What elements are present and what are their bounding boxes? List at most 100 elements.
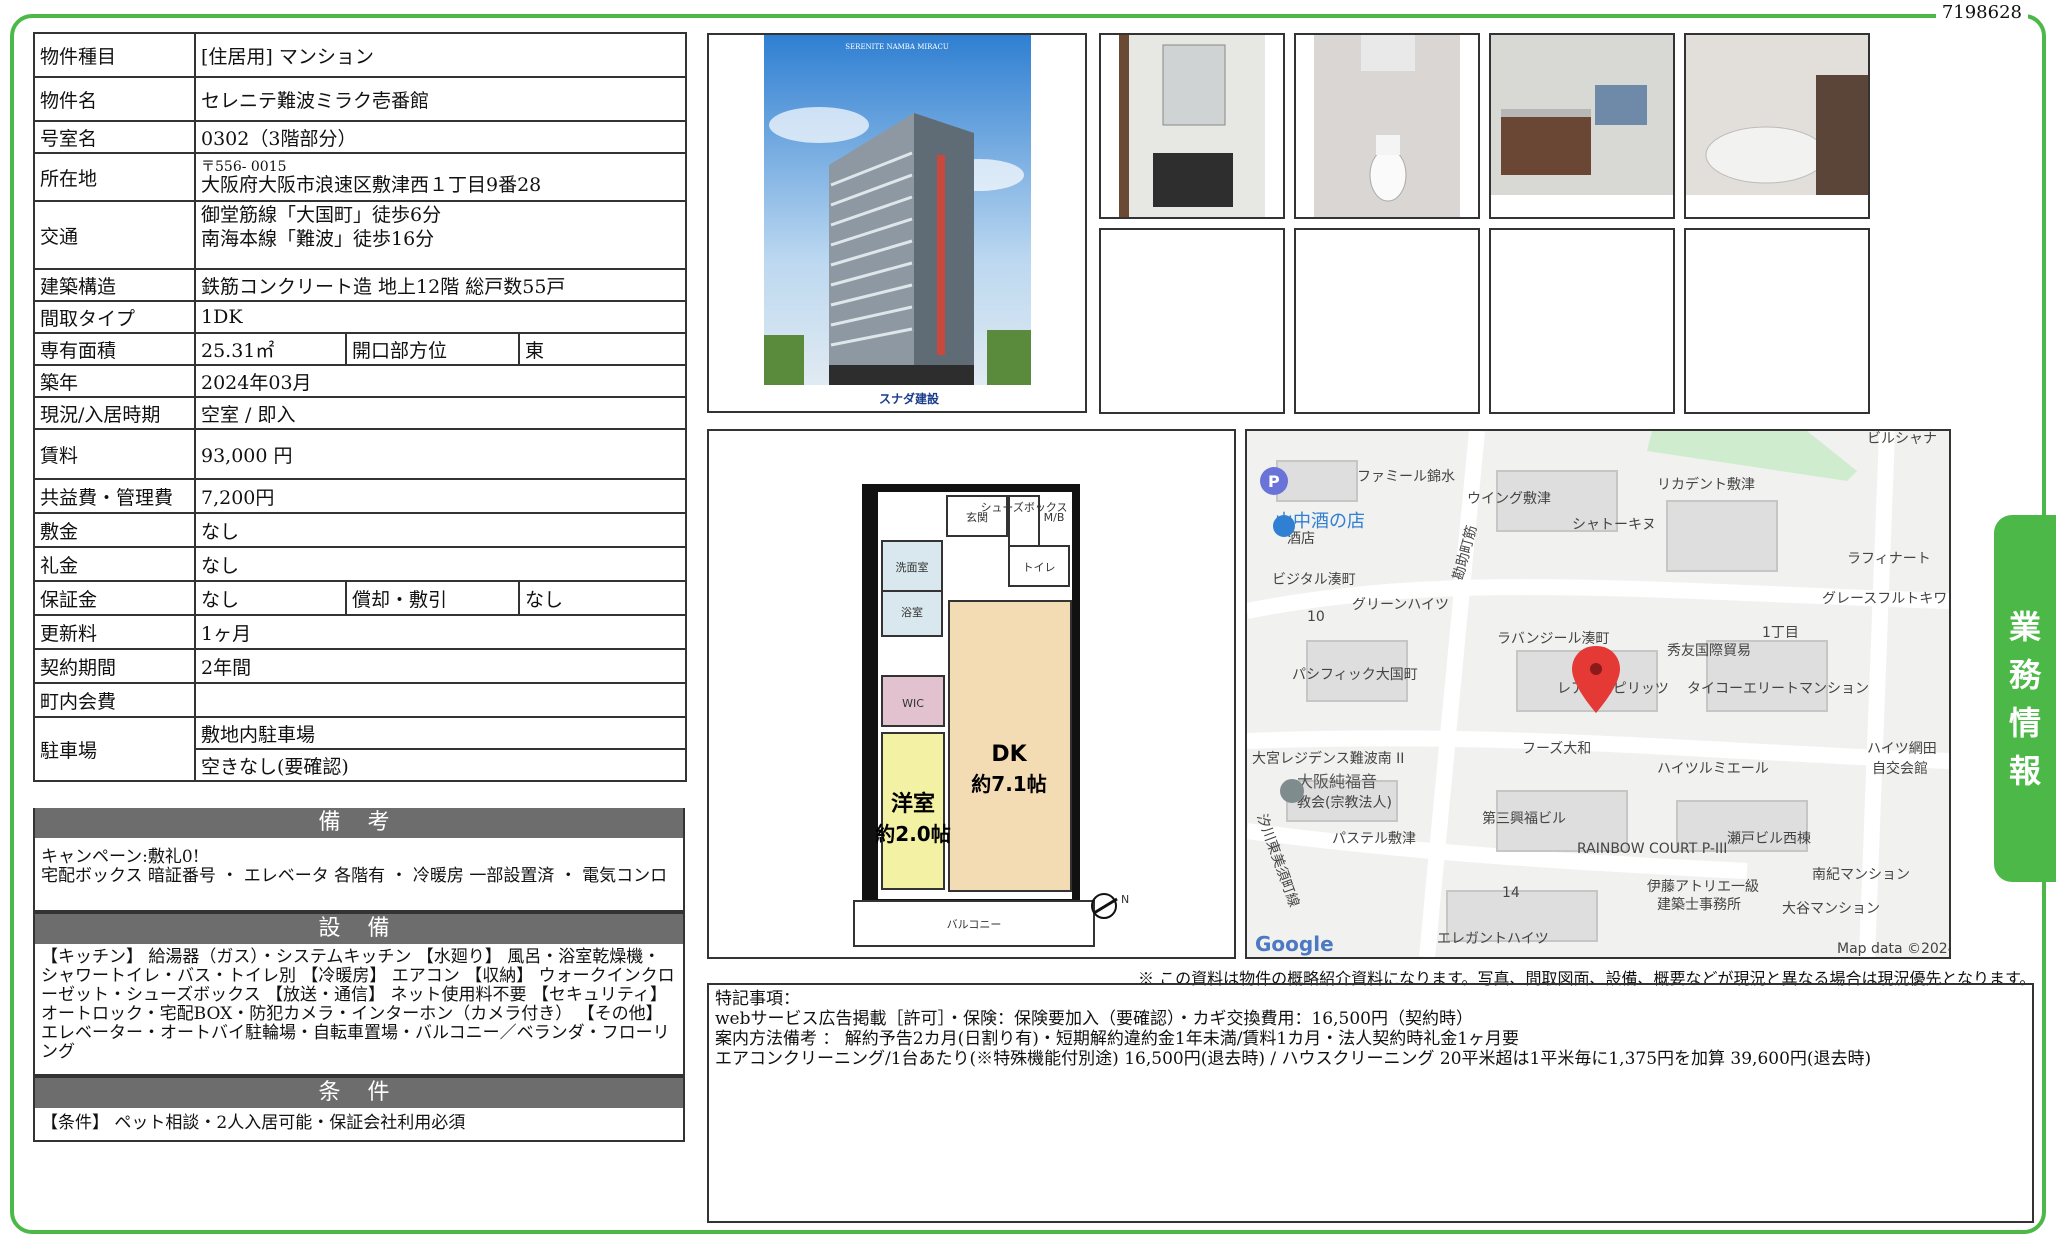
map-label: RAINBOW COURT P-III bbox=[1577, 841, 1727, 857]
conditions-title: 条 件 bbox=[35, 1078, 683, 1108]
guarantee-value: なし bbox=[194, 580, 347, 616]
map-label: 1丁目 bbox=[1762, 625, 1799, 641]
fp-balcony: バルコニー bbox=[947, 918, 1002, 931]
fp-washroom: 洗面室 bbox=[896, 560, 929, 574]
guarantee-label: 保証金 bbox=[33, 580, 196, 616]
map-label: ハイツ網田 bbox=[1867, 741, 1937, 757]
parking-value: 敷地内駐車場 bbox=[194, 716, 687, 750]
map-label: 大宮レジデンス難波南 II bbox=[1252, 750, 1404, 767]
north-arrow-icon bbox=[1091, 893, 1118, 919]
equipment-text: 【キッチン】 給湯器（ガス）・システムキッチン 【水廻り】 風呂・浴室乾燥機・シ… bbox=[41, 947, 675, 1062]
map-label: フーズ大和 bbox=[1522, 741, 1591, 757]
map-label: ハイツルミエール bbox=[1657, 761, 1769, 777]
built-value: 2024年03月 bbox=[194, 364, 687, 398]
map-label: パシフィック大国町 bbox=[1292, 667, 1418, 683]
map-label: ウイング敷津 bbox=[1467, 491, 1551, 507]
map-label: 伊藤アトリエ一級 bbox=[1647, 879, 1759, 895]
map-label: グレースフルトキワ bbox=[1822, 591, 1947, 607]
address-value: 大阪府大阪市浪速区敷津西１丁目9番28 bbox=[201, 174, 542, 196]
fp-bath: 浴室 bbox=[901, 605, 923, 619]
conditions-text: 【条件】 ペット相談・2人入居可能・保証会社利用必須 bbox=[41, 1113, 466, 1133]
building-sign: SERENITE NAMBA MIRACU bbox=[845, 43, 949, 51]
fp-dk-size: 約7.1帖 bbox=[971, 772, 1046, 796]
empty-photo-slot bbox=[1099, 228, 1285, 414]
remarks-line: webサービス広告掲載［許可］・保険：保険要加入（要確認）・カギ交換費用：16,… bbox=[715, 1009, 1473, 1029]
rent-value: 93,000 円 bbox=[194, 428, 687, 480]
area-value: 25.31㎡ bbox=[194, 332, 347, 366]
location-map[interactable]: ファミール錦水 山中酒の店 酒店 ウイング敷津 リカデント敷津 ビルシャナ シャ… bbox=[1245, 429, 1951, 959]
fp-western-size: 約2.0帖 bbox=[875, 822, 950, 846]
map-label: Google bbox=[1255, 932, 1334, 956]
contract-label: 契約期間 bbox=[33, 648, 196, 684]
fee-value: 7,200円 bbox=[194, 478, 687, 514]
map-label: リカデント敷津 bbox=[1657, 476, 1755, 493]
name-value: セレニテ難波ミラク壱番館 bbox=[194, 76, 687, 122]
remarks-title: 特記事項： bbox=[715, 989, 800, 1009]
side-tab-char: 情 bbox=[2008, 703, 2041, 742]
equipment-title: 設 備 bbox=[35, 914, 683, 944]
fp-north: N bbox=[1121, 893, 1129, 906]
fp-mb: M/B bbox=[1044, 511, 1065, 524]
document-id: 7198628 bbox=[1935, 2, 2028, 23]
notes-title: 備 考 bbox=[35, 808, 683, 838]
map-label: ビジタル湊町 bbox=[1272, 571, 1356, 588]
map-label: Map data ©2024 bbox=[1837, 941, 1949, 957]
floor-plan: 玄関 シューズボックス M/B 洗面室 トイレ 浴室 WIC DK 約7.1帖 … bbox=[707, 429, 1236, 959]
built-label: 築年 bbox=[33, 364, 196, 398]
map-label: 南紀マンション bbox=[1812, 867, 1910, 883]
map-label: 自交会館 bbox=[1872, 760, 1928, 777]
amortization-value: なし bbox=[518, 580, 687, 616]
direction-value: 東 bbox=[518, 332, 687, 366]
key-money-label: 礼金 bbox=[33, 546, 196, 582]
side-tab-char: 業 bbox=[2008, 607, 2041, 646]
builder-logo: スナダ建設 bbox=[879, 391, 940, 406]
deposit-value: なし bbox=[194, 512, 687, 548]
washroom-photo bbox=[1099, 33, 1285, 219]
map-label: 瀬戸ビル西棟 bbox=[1727, 831, 1811, 847]
map-label: ラバンジール湊町 bbox=[1497, 630, 1610, 647]
name-label: 物件名 bbox=[33, 76, 196, 122]
key-money-value: なし bbox=[194, 546, 687, 582]
business-info-tab[interactable]: 業 務 情 報 bbox=[1994, 515, 2056, 882]
map-label: ファミール錦水 bbox=[1357, 468, 1455, 485]
town-fee-value bbox=[194, 682, 687, 718]
deposit-label: 敷金 bbox=[33, 512, 196, 548]
building-photo-frame: SERENITE NAMBA MIRACU スナダ建設 bbox=[707, 33, 1087, 413]
map-label: 大阪純福音 bbox=[1297, 772, 1377, 791]
fp-western: 洋室 bbox=[891, 791, 935, 817]
town-fee-label: 町内会費 bbox=[33, 682, 196, 718]
map-label: タイコーエリートマンション bbox=[1687, 681, 1869, 697]
parking-label: 駐車場 bbox=[33, 716, 196, 782]
map-label: エレガントハイツ bbox=[1437, 931, 1549, 947]
notes-panel: 備 考 キャンペーン:敷礼0! 宅配ボックス 暗証番号 ・ エレベータ 各階有 … bbox=[33, 808, 685, 912]
parking-icon: P bbox=[1260, 467, 1288, 495]
status-label: 現況/入居時期 bbox=[33, 396, 196, 430]
empty-photo-slot bbox=[1684, 228, 1870, 414]
side-tab-char: 務 bbox=[2008, 655, 2041, 694]
fp-dk: DK bbox=[991, 742, 1027, 767]
empty-photo-slot bbox=[1489, 228, 1675, 414]
map-label: 14 bbox=[1502, 885, 1520, 901]
address-zip: 〒556- 0015 bbox=[201, 159, 287, 175]
map-label: ラフィナート bbox=[1847, 551, 1931, 567]
remarks-line: 案内方法備考 ： 解約予告2カ月(日割り有)・短期解約違約金1年未満/賃料1カ月… bbox=[715, 1029, 1520, 1049]
type-label: 物件種目 bbox=[33, 32, 196, 78]
fee-label: 共益費・管理費 bbox=[33, 478, 196, 514]
map-label: 10 bbox=[1307, 609, 1325, 625]
notes-line: キャンペーン:敷礼0! bbox=[41, 847, 200, 867]
rent-label: 賃料 bbox=[33, 428, 196, 480]
church-icon bbox=[1280, 779, 1304, 803]
store-icon bbox=[1273, 515, 1295, 537]
empty-photo-slot bbox=[1294, 228, 1480, 414]
traffic-line: 南海本線「難波」徒歩16分 bbox=[201, 228, 435, 250]
map-label: グリーンハイツ bbox=[1352, 597, 1449, 613]
map-label: 大谷マンション bbox=[1782, 901, 1880, 917]
structure-value: 鉄筋コンクリート造 地上12階 総戸数55戸 bbox=[194, 268, 687, 302]
property-spec-table: 物件種目 [住居用] マンション 物件名 セレニテ難波ミラク壱番館 号室名 0302（… bbox=[33, 32, 687, 782]
address-label: 所在地 bbox=[33, 152, 196, 202]
parking-availability: 空きなし(要確認) bbox=[194, 748, 687, 782]
status-value: 空室 / 即入 bbox=[194, 396, 687, 430]
remarks-line: エアコンクリーニング/1台あたり(※特殊機能付別途) 16,500円(退去時) … bbox=[715, 1049, 1872, 1069]
map-label: パステル敷津 bbox=[1332, 831, 1416, 847]
map-label: 秀友国際貿易 bbox=[1667, 643, 1751, 659]
